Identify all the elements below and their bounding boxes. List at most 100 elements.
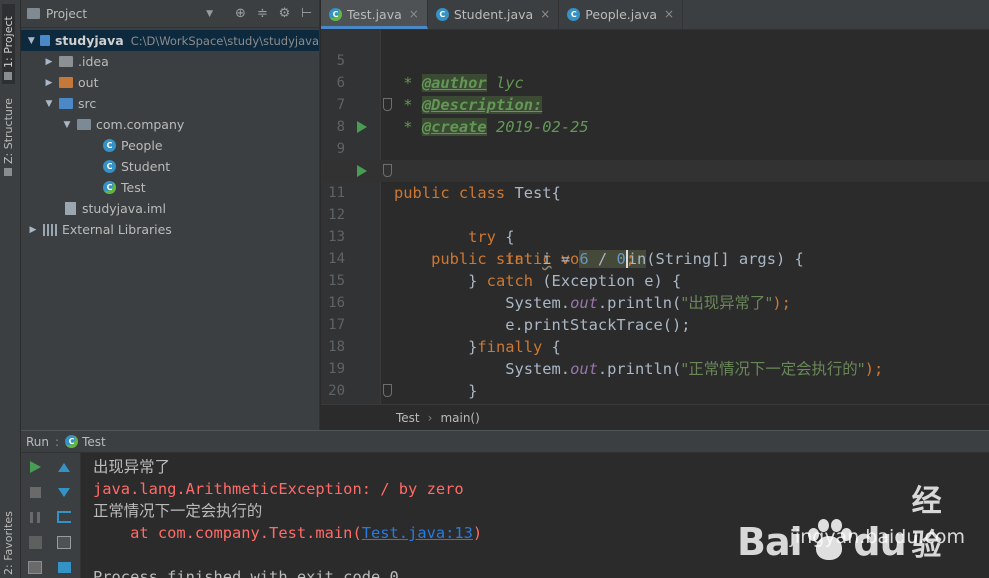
dropdown-caret-icon[interactable]: ▼ (206, 9, 213, 19)
tree-item-student[interactable]: C Student (21, 156, 319, 177)
java-class-icon: C (567, 7, 581, 21)
console-line: 正常情况下一定会执行的 (93, 502, 263, 520)
breadcrumb-method[interactable]: main() (440, 411, 479, 425)
scroll-to-end-button[interactable] (55, 533, 73, 551)
structure-tool-label: Z: Structure (2, 98, 15, 164)
run-toolbar (21, 453, 81, 578)
printer-icon (57, 561, 71, 573)
favorites-tool-label: 2: Favorites (2, 511, 15, 575)
module-path: C:\D\WorkSpace\study\studyjava (130, 33, 319, 48)
tree-item-src[interactable]: ▼ src (21, 93, 319, 114)
scroll-up-button[interactable] (55, 458, 73, 476)
dump-threads-button[interactable] (26, 533, 44, 551)
scroll-down-button[interactable] (55, 483, 73, 501)
code-line-current: 11 public static void main(String[] args… (321, 160, 989, 268)
watermark-url: jingyan.baidu.com (789, 526, 965, 548)
runnable-class-icon: C (65, 435, 79, 448)
code-line: 18 System.out.println("正常情况下一定会执行的"); (321, 314, 989, 378)
rerun-button[interactable] (26, 458, 44, 476)
java-class-icon: C (435, 7, 449, 21)
baidu-logo: Bai du 经验 (737, 476, 969, 564)
close-icon[interactable]: × (664, 7, 674, 21)
collapsed-arrow-icon[interactable]: ▶ (43, 57, 55, 67)
code-line: 12 try { (321, 182, 989, 246)
tab-label: Test.java (347, 6, 402, 22)
chevron-right-icon: › (427, 410, 433, 425)
exit-button[interactable] (26, 558, 44, 576)
tree-item-test[interactable]: C Test (21, 177, 319, 198)
code-line: 16 e.printStackTrace(); (321, 270, 989, 334)
tree-item-label: .idea (78, 54, 109, 69)
code-line: 5 * @author lyc (321, 30, 989, 92)
left-tool-strip: 1: Project Z: Structure 2: Favorites (0, 0, 21, 578)
stop-icon (29, 486, 41, 498)
soft-wrap-button[interactable] (55, 508, 73, 526)
project-view-selector[interactable]: Project (46, 7, 87, 21)
tab-student-java[interactable]: C Student.java × (428, 0, 560, 29)
structure-tool-icon (4, 168, 13, 176)
structure-tool-tab[interactable]: Z: Structure (2, 96, 15, 176)
tree-item-com-company[interactable]: ▼ com.company (21, 114, 319, 135)
tree-item-idea[interactable]: ▶ .idea (21, 51, 319, 72)
breadcrumb: Test › main() (321, 404, 989, 430)
fold-marker-icon[interactable] (383, 164, 392, 177)
run-method-icon[interactable] (357, 165, 367, 177)
code-line: 20 (321, 358, 989, 399)
tree-item-out[interactable]: ▶ out (21, 72, 319, 93)
code-line: 21 } (321, 380, 989, 402)
tree-item-external-libraries[interactable]: ▶ External Libraries (21, 219, 319, 240)
pause-button[interactable] (26, 508, 44, 526)
code-line: 7 * @create 2019-02-25 (321, 72, 989, 136)
collapse-icon[interactable]: ≑ (256, 6, 269, 21)
tab-test-java[interactable]: C Test.java × (321, 0, 428, 29)
code-line: 9 public class Test{ (321, 116, 989, 202)
favorites-tool-tab[interactable]: 2: Favorites (2, 511, 15, 575)
expanded-arrow-icon[interactable]: ▼ (43, 99, 55, 109)
close-icon[interactable]: × (540, 7, 550, 21)
libraries-icon (43, 223, 57, 236)
expanded-arrow-icon[interactable]: ▼ (27, 36, 36, 46)
tree-item-studyjava[interactable]: ▼ studyjava C:\D\WorkSpace\study\studyja… (21, 30, 319, 51)
expanded-arrow-icon[interactable]: ▼ (61, 120, 73, 130)
project-panel-header: Project ▼ ⊕ ≑ ⚙ ⊢ (21, 0, 319, 28)
folder-icon (59, 56, 73, 67)
console-error-line: java.lang.ArithmeticException: / by zero (93, 480, 464, 498)
package-icon (77, 119, 91, 130)
code-line: 17 }finally { (321, 292, 989, 356)
breadcrumb-class[interactable]: Test (396, 411, 420, 425)
console-line: Process finished with exit code 0 (93, 568, 399, 578)
tree-item-people[interactable]: C People (21, 135, 319, 156)
project-tree: ▼ studyjava C:\D\WorkSpace\study\studyja… (21, 28, 319, 240)
code-area[interactable]: 5 * @author lyc 6 * @Description: 7 * @c… (321, 30, 989, 404)
hide-icon[interactable]: ⊢ (300, 6, 313, 21)
tree-item-label: studyjava (54, 33, 124, 48)
fold-marker-icon[interactable] (383, 98, 392, 111)
run-class-icon[interactable] (357, 121, 367, 133)
runnable-class-icon: C (329, 7, 342, 21)
project-tool-tab[interactable]: 1: Project (2, 4, 15, 84)
scroll-to-end-icon (57, 535, 71, 549)
run-config-tab[interactable]: Test (82, 435, 106, 449)
gear-icon[interactable]: ⚙ (278, 6, 291, 21)
print-button[interactable] (55, 558, 73, 576)
pause-icon (30, 511, 40, 523)
tree-item-studyjava-iml[interactable]: studyjava.iml (21, 198, 319, 219)
tab-label: Student.java (453, 6, 534, 22)
fold-marker-icon[interactable] (383, 384, 392, 397)
close-icon[interactable]: × (409, 7, 419, 21)
collapsed-arrow-icon[interactable]: ▶ (43, 78, 55, 88)
run-panel-header: Run : C Test (21, 431, 989, 453)
code-line: 10 (321, 138, 989, 179)
runnable-class-icon: C (103, 181, 116, 194)
target-icon[interactable]: ⊕ (234, 6, 247, 21)
code-editor: C Test.java × C Student.java × C People.… (321, 0, 989, 430)
stop-button[interactable] (26, 483, 44, 501)
code-line: 19 } (321, 336, 989, 400)
exit-icon (28, 560, 42, 574)
source-link[interactable]: Test.java:13 (362, 524, 473, 542)
tab-people-java[interactable]: C People.java × (559, 0, 684, 29)
run-header-separator: : (55, 434, 60, 449)
collapsed-arrow-icon[interactable]: ▶ (27, 225, 39, 235)
tree-item-label: src (78, 96, 97, 111)
run-panel-title: Run (26, 434, 50, 449)
